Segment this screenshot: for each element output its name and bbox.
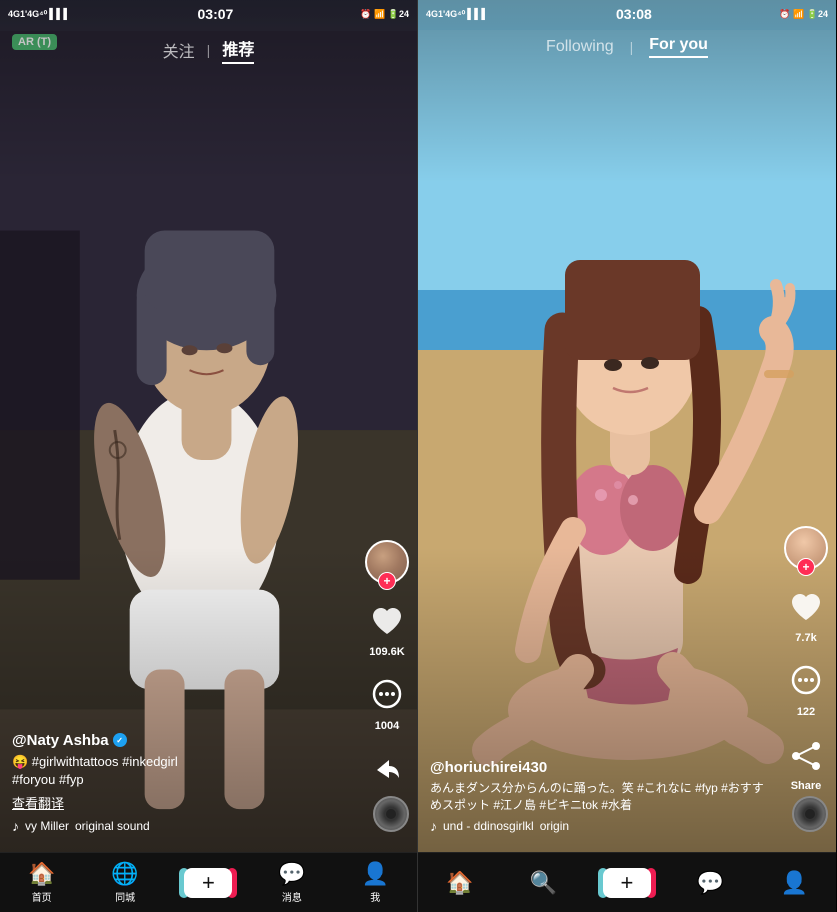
right-panel: 4G1'4G⁴⁰ ▌▌▌ 03:08 ⏰ 📶 🔋24 Following | F… [418,0,836,912]
right-music-title: origin [540,819,569,833]
right-status-right: ⏰ 📶 🔋24 [779,9,828,20]
left-music-disc-inner [386,809,396,819]
right-like-count: 7.7k [795,632,816,644]
right-nav-inbox[interactable]: 💬 [686,870,736,896]
left-nav-messages[interactable]: 💬 消息 [267,861,317,904]
left-username: @Naty Ashba ✓ [12,732,345,749]
right-nav-create[interactable]: + [602,868,652,898]
left-nav-divider: | [207,42,211,58]
left-nav-profile[interactable]: 👤 我 [350,861,400,904]
left-top-nav: 关注 | 推荐 [0,28,417,72]
left-share-btn[interactable] [365,748,409,792]
right-music-note-icon: ♪ [430,818,437,834]
left-nav-messages-label: 消息 [282,889,302,904]
left-nav-profile-label: 我 [370,889,380,904]
right-music-disc-inner [805,809,815,819]
left-tab-for-you[interactable]: 推荐 [222,36,254,64]
right-music-artist: und - ddinosgirlkl [443,819,534,833]
left-heart-icon [365,600,409,644]
messages-icon: 💬 [278,861,305,887]
left-status-bar: 4G1'4G⁴⁰ ▌▌▌ 03:07 ⏰ 📶 🔋24 [0,0,417,28]
left-comment-icon [365,674,409,718]
left-comment-btn[interactable]: 1004 [365,674,409,732]
home-icon: 🏠 [28,861,55,887]
right-share-btn[interactable]: Share [784,734,828,792]
left-nav-create[interactable]: + [183,868,233,898]
left-music-note-icon: ♪ [12,818,19,834]
right-caption: あんまダンス分からんのに踊った。笑 #これなに #fyp #おすすめスポット #… [430,780,764,814]
left-tab-following[interactable]: 关注 [163,38,195,62]
right-follow-btn[interactable]: + [797,558,815,576]
left-comment-count: 1004 [375,720,399,732]
right-comment-count: 122 [797,706,815,718]
left-music-info: ♪ vy Miller original sound [12,818,345,834]
right-top-nav: Following | For you [418,28,836,66]
create-plus-icon: + [202,872,215,894]
right-status-icons: ⏰ 📶 🔋24 [779,9,828,20]
left-like-count: 109.6K [369,646,404,658]
left-share-icon [365,748,409,792]
right-music-info: ♪ und - ddinosgirlkl origin [430,818,764,834]
left-bottom-info: @Naty Ashba ✓ 😝 #girlwithtattoos #inkedg… [0,724,357,842]
right-share-label: Share [791,780,822,792]
left-music-artist: vy Miller [25,819,69,833]
right-comment-icon [784,660,828,704]
status-network-left: 4G1'4G⁴⁰ [8,9,47,20]
left-music-title: original sound [75,819,150,833]
right-music-disc [792,796,828,832]
status-icons-left: ⏰ 📶 🔋24 [360,9,409,20]
right-bottom-nav: 🏠 🔍 + 💬 👤 [418,852,836,912]
right-nav-home[interactable]: 🏠 [435,870,485,896]
left-verified-badge: ✓ [113,733,127,747]
right-nav-divider: | [630,39,634,55]
left-caption: 😝 #girlwithtattoos #inkedgirl #foryou #f… [12,753,345,789]
right-tab-following[interactable]: Following [546,38,614,56]
left-nav-home-label: 首页 [32,889,52,904]
right-avatar-container[interactable]: + [784,526,828,570]
left-nav-home[interactable]: 🏠 首页 [17,861,67,904]
left-translate-btn[interactable]: 查看翻译 [12,793,345,812]
status-left: 4G1'4G⁴⁰ ▌▌▌ [8,9,70,20]
right-share-icon [784,734,828,778]
right-status-left: 4G1'4G⁴⁰ ▌▌▌ [426,9,488,20]
left-profile-icon: 👤 [362,861,389,887]
status-signal-left: ▌▌▌ [49,9,70,20]
right-status-bar: 4G1'4G⁴⁰ ▌▌▌ 03:08 ⏰ 📶 🔋24 [418,0,836,28]
left-panel: 4G1'4G⁴⁰ ▌▌▌ 03:07 ⏰ 📶 🔋24 AR (T) 关注 | 推… [0,0,418,912]
status-time-left: 03:07 [198,6,234,22]
left-action-buttons: + 109.6K 1004 [365,540,409,792]
right-like-btn[interactable]: 7.7k [784,586,828,644]
right-tab-for-you[interactable]: For you [649,36,708,58]
right-inbox-icon: 💬 [697,870,724,896]
right-username: @horiuchirei430 [430,759,764,776]
right-heart-icon [784,586,828,630]
right-search-icon: 🔍 [530,870,557,896]
left-like-btn[interactable]: 109.6K [365,600,409,658]
left-avatar-container[interactable]: + [365,540,409,584]
right-create-plus-icon: + [621,872,634,894]
right-profile-icon: 👤 [780,870,807,896]
left-follow-btn[interactable]: + [378,572,396,590]
right-comment-btn[interactable]: 122 [784,660,828,718]
left-nav-discover[interactable]: 🌐 同城 [100,861,150,904]
right-nav-profile[interactable]: 👤 [769,870,819,896]
right-status-signal: ▌▌▌ [467,9,488,20]
status-right-left: ⏰ 📶 🔋24 [360,9,409,20]
right-status-network: 4G1'4G⁴⁰ [426,9,465,20]
left-music-disc [373,796,409,832]
left-nav-discover-label: 同城 [115,889,135,904]
status-time-right: 03:08 [616,6,652,22]
right-bottom-info: @horiuchirei430 あんまダンス分からんのに踊った。笑 #これなに … [418,751,776,842]
left-bottom-nav: 🏠 首页 🌐 同城 + 💬 消息 👤 我 [0,852,417,912]
right-home-icon: 🏠 [446,870,473,896]
right-action-buttons: + 7.7k 122 [784,526,828,792]
discover-icon: 🌐 [111,861,138,887]
right-nav-search[interactable]: 🔍 [518,870,568,896]
